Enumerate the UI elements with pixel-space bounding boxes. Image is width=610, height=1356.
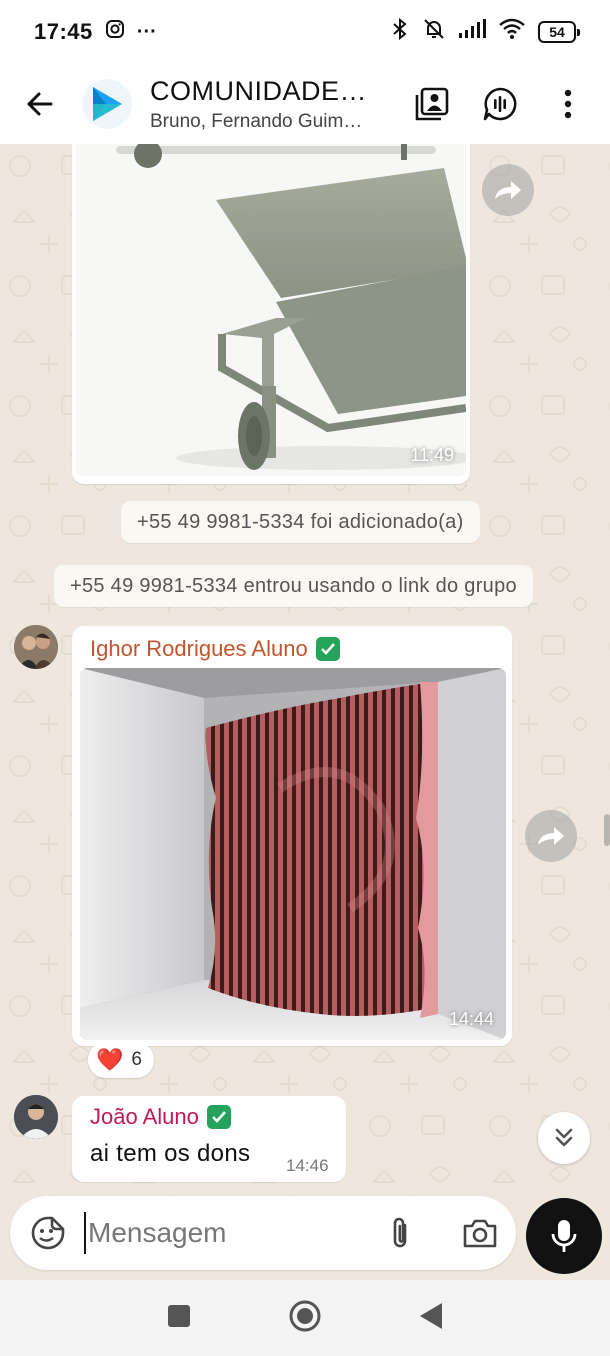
sender-name-text: Ighor Rodrigues Aluno	[90, 636, 308, 661]
mute-bell-icon	[422, 17, 446, 47]
status-time: 17:45	[34, 19, 93, 44]
more-notifications-icon: ···	[136, 20, 157, 43]
signal-icon	[458, 19, 486, 45]
composer-row	[0, 1196, 610, 1280]
system-notification: +55 49 9981-5334 entrou usando o link do…	[54, 565, 533, 607]
couple-photo-icon	[14, 625, 58, 669]
recent-apps-button[interactable]	[166, 1303, 192, 1334]
sender-avatar[interactable]	[14, 625, 58, 669]
back-nav-button[interactable]	[418, 1301, 444, 1336]
wave-wall-illustration	[80, 668, 506, 1040]
forward-icon	[538, 827, 564, 845]
image-timestamp: 11:49	[410, 445, 454, 465]
chaise-lounge-illustration	[76, 144, 466, 476]
sender-avatar[interactable]	[14, 1095, 58, 1139]
more-options-icon[interactable]	[548, 84, 588, 124]
double-chevron-down-icon	[555, 1128, 573, 1147]
square-icon	[168, 1304, 190, 1327]
sticker-icon[interactable]	[28, 1213, 68, 1253]
message-composer	[10, 1196, 516, 1270]
scrollbar-handle[interactable]	[604, 814, 610, 846]
system-notification: +55 49 9981-5334 foi adicionado(a)	[121, 501, 480, 543]
system-navigation-bar	[0, 1280, 610, 1356]
forward-icon	[495, 181, 521, 199]
text-message-bubble[interactable]: João Aluno ai tem os dons 14:46	[72, 1096, 346, 1182]
back-button[interactable]	[4, 64, 74, 144]
attach-icon[interactable]	[380, 1213, 420, 1253]
image-wave-wall[interactable]: 14:44	[80, 668, 506, 1040]
group-avatar[interactable]	[82, 79, 132, 129]
triangle-back-icon	[420, 1302, 442, 1329]
chat-header: COMUNIDADE… Bruno, Fernando Guim…	[0, 64, 610, 144]
verified-check-icon	[315, 637, 340, 661]
battery-icon: 54	[538, 21, 580, 43]
home-button[interactable]	[288, 1299, 322, 1338]
heart-reaction-icon: ❤️	[96, 1047, 124, 1072]
image-message-bubble[interactable]: Ighor Rodrigues Aluno 14:44	[72, 626, 512, 1046]
chat-area[interactable]: 11:49 +55 49 9981-5334 foi adicionado(a)…	[0, 144, 610, 1196]
image-chaise-lounge[interactable]: 11:49	[76, 144, 466, 476]
instagram-icon	[105, 19, 125, 45]
microphone-icon	[551, 1220, 577, 1252]
group-members: Bruno, Fernando Guim…	[150, 110, 363, 132]
bluetooth-icon	[390, 17, 410, 47]
forward-button[interactable]	[525, 810, 577, 862]
scroll-to-bottom-button[interactable]	[538, 1112, 590, 1164]
reaction-pill[interactable]: ❤️ 6	[88, 1042, 154, 1078]
message-input[interactable]	[84, 1212, 374, 1254]
forward-button[interactable]	[482, 164, 534, 216]
image-message-bubble[interactable]: 11:49	[72, 144, 470, 484]
group-name: COMUNIDADE…	[150, 75, 368, 106]
wifi-icon	[498, 18, 526, 46]
group-logo-icon	[93, 87, 122, 121]
man-photo-icon	[14, 1095, 58, 1139]
camera-icon[interactable]	[460, 1213, 500, 1253]
circle-home-icon	[289, 1300, 321, 1331]
sender-name-text: João Aluno	[90, 1104, 199, 1129]
sender-name[interactable]: Ighor Rodrigues Aluno	[90, 636, 340, 662]
community-icon[interactable]	[412, 84, 452, 124]
voice-record-button[interactable]	[526, 1198, 602, 1274]
reaction-count: 6	[131, 1049, 142, 1070]
message-text: ai tem os dons	[90, 1140, 251, 1167]
status-bar: 17:45 ··· 54	[0, 0, 610, 64]
message-timestamp: 14:46	[286, 1156, 329, 1175]
header-title-block[interactable]: COMUNIDADE… Bruno, Fernando Guim…	[150, 76, 380, 133]
back-arrow-icon	[27, 92, 53, 116]
verified-check-icon	[206, 1105, 231, 1129]
sender-name[interactable]: João Aluno	[90, 1104, 231, 1130]
voice-chat-icon[interactable]	[480, 84, 520, 124]
image-timestamp: 14:44	[448, 1009, 494, 1029]
